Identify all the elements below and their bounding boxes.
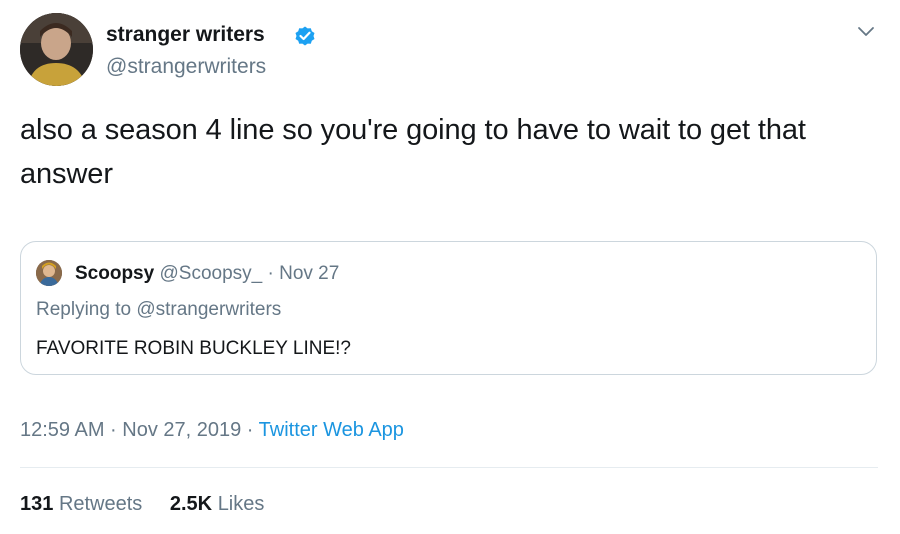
likes-count: 2.5K (169, 493, 213, 515)
engagement-stats: 131 Retweets 2.5K Likes (20, 491, 286, 517)
tweet-card: stranger writers @strangerwriters also a… (0, 0, 900, 534)
profile-photo-icon (20, 13, 93, 86)
author-display-name[interactable]: stranger writers (106, 22, 265, 48)
retweets-label: Retweets (58, 493, 143, 515)
quoted-display-name[interactable]: Scoopsy (75, 263, 154, 284)
tweet-text: also a season 4 line so you're going to … (20, 114, 806, 190)
author-avatar[interactable] (20, 13, 93, 86)
chevron-down-icon[interactable] (856, 24, 876, 40)
likes-label: Likes (217, 493, 265, 515)
quoted-meta: @Scoopsy_ · Nov 27 (159, 263, 340, 284)
verified-badge-icon (293, 24, 317, 48)
quoted-replying-to: Replying to @strangerwriters (36, 299, 282, 320)
timestamp-text[interactable]: 12:59 AM · Nov 27, 2019 · (20, 419, 259, 441)
retweets-stat[interactable]: 131 Retweets (20, 493, 142, 515)
author-handle[interactable]: @strangerwriters (106, 54, 266, 80)
profile-photo-icon (36, 260, 62, 286)
quoted-tweet[interactable]: Scoopsy @Scoopsy_ · Nov 27 Replying to @… (20, 241, 877, 375)
quoted-text: FAVORITE ROBIN BUCKLEY LINE!? (36, 338, 352, 359)
divider (20, 467, 878, 468)
quoted-author-avatar[interactable] (36, 260, 62, 286)
likes-stat[interactable]: 2.5K Likes (170, 493, 265, 515)
source-link[interactable]: Twitter Web App (259, 419, 404, 441)
retweets-count: 131 (20, 493, 54, 515)
quoted-header: Scoopsy @Scoopsy_ · Nov 27 (75, 262, 339, 286)
tweet-timestamp: 12:59 AM · Nov 27, 2019 · Twitter Web Ap… (20, 417, 404, 443)
